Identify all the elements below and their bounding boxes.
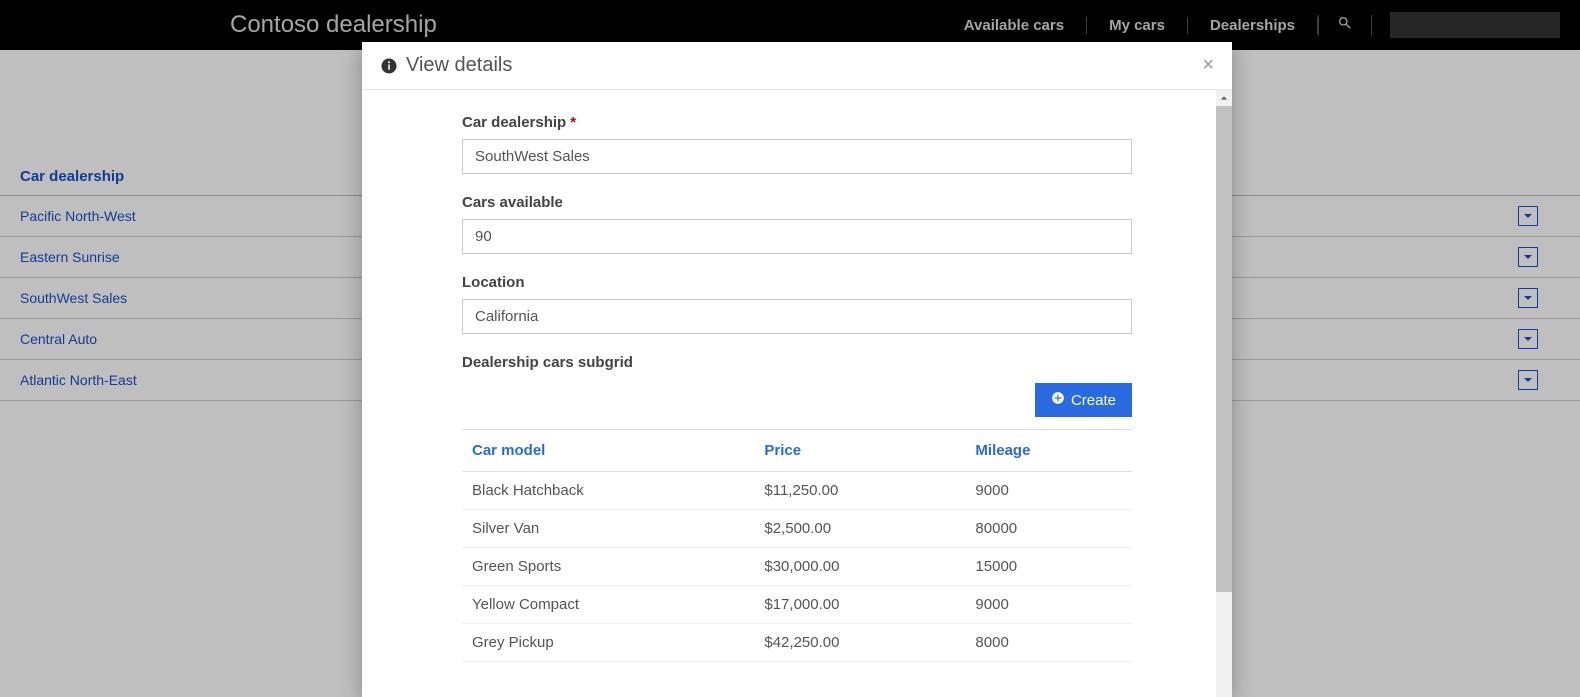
cell-model: Silver Van [462, 510, 754, 548]
table-row[interactable]: Black Hatchback$11,250.009000 [462, 472, 1132, 510]
cell-price: $2,500.00 [754, 510, 965, 548]
location-label: Location [462, 274, 1132, 291]
cell-mileage: 15000 [965, 548, 1132, 586]
modal-header: View details × [362, 42, 1232, 90]
cars-available-label: Cars available [462, 194, 1132, 211]
cars-subgrid-table: Car model Price Mileage Black Hatchback$… [462, 429, 1132, 662]
modal-title: View details [406, 54, 512, 77]
cell-price: $17,000.00 [754, 586, 965, 624]
cell-model: Black Hatchback [462, 472, 754, 510]
scroll-up-arrow-icon[interactable] [1216, 90, 1232, 106]
info-icon [380, 57, 398, 75]
field-cars-available: Cars available [462, 194, 1132, 254]
cell-price: $42,250.00 [754, 624, 965, 662]
required-asterisk: * [570, 114, 576, 131]
modal-body: Car dealership* Cars available Location … [362, 90, 1232, 697]
cell-mileage: 80000 [965, 510, 1132, 548]
close-icon[interactable]: × [1202, 54, 1214, 77]
create-button-label: Create [1071, 392, 1116, 409]
subgrid-label: Dealership cars subgrid [462, 354, 1132, 371]
create-button[interactable]: Create [1035, 383, 1132, 417]
table-row[interactable]: Yellow Compact$17,000.009000 [462, 586, 1132, 624]
modal-scrollbar[interactable] [1216, 90, 1232, 697]
field-location: Location [462, 274, 1132, 334]
cell-price: $11,250.00 [754, 472, 965, 510]
table-row[interactable]: Silver Van$2,500.0080000 [462, 510, 1132, 548]
col-car-model[interactable]: Car model [462, 430, 754, 472]
cell-mileage: 9000 [965, 472, 1132, 510]
cell-model: Yellow Compact [462, 586, 754, 624]
field-dealership: Car dealership* [462, 114, 1132, 174]
cell-mileage: 9000 [965, 586, 1132, 624]
dealership-input[interactable] [462, 139, 1132, 174]
subgrid-toolbar: Create [462, 383, 1132, 417]
cars-available-input[interactable] [462, 219, 1132, 254]
cell-model: Green Sports [462, 548, 754, 586]
plus-circle-icon [1051, 391, 1065, 409]
view-details-modal: View details × Car dealership* Cars avai… [362, 42, 1232, 697]
cell-model: Grey Pickup [462, 624, 754, 662]
scroll-thumb[interactable] [1216, 106, 1232, 592]
cell-price: $30,000.00 [754, 548, 965, 586]
cell-mileage: 8000 [965, 624, 1132, 662]
col-price[interactable]: Price [754, 430, 965, 472]
table-row[interactable]: Green Sports$30,000.0015000 [462, 548, 1132, 586]
location-input[interactable] [462, 299, 1132, 334]
dealership-label-text: Car dealership [462, 114, 566, 131]
table-row[interactable]: Grey Pickup$42,250.008000 [462, 624, 1132, 662]
dealership-label: Car dealership* [462, 114, 1132, 131]
col-mileage[interactable]: Mileage [965, 430, 1132, 472]
